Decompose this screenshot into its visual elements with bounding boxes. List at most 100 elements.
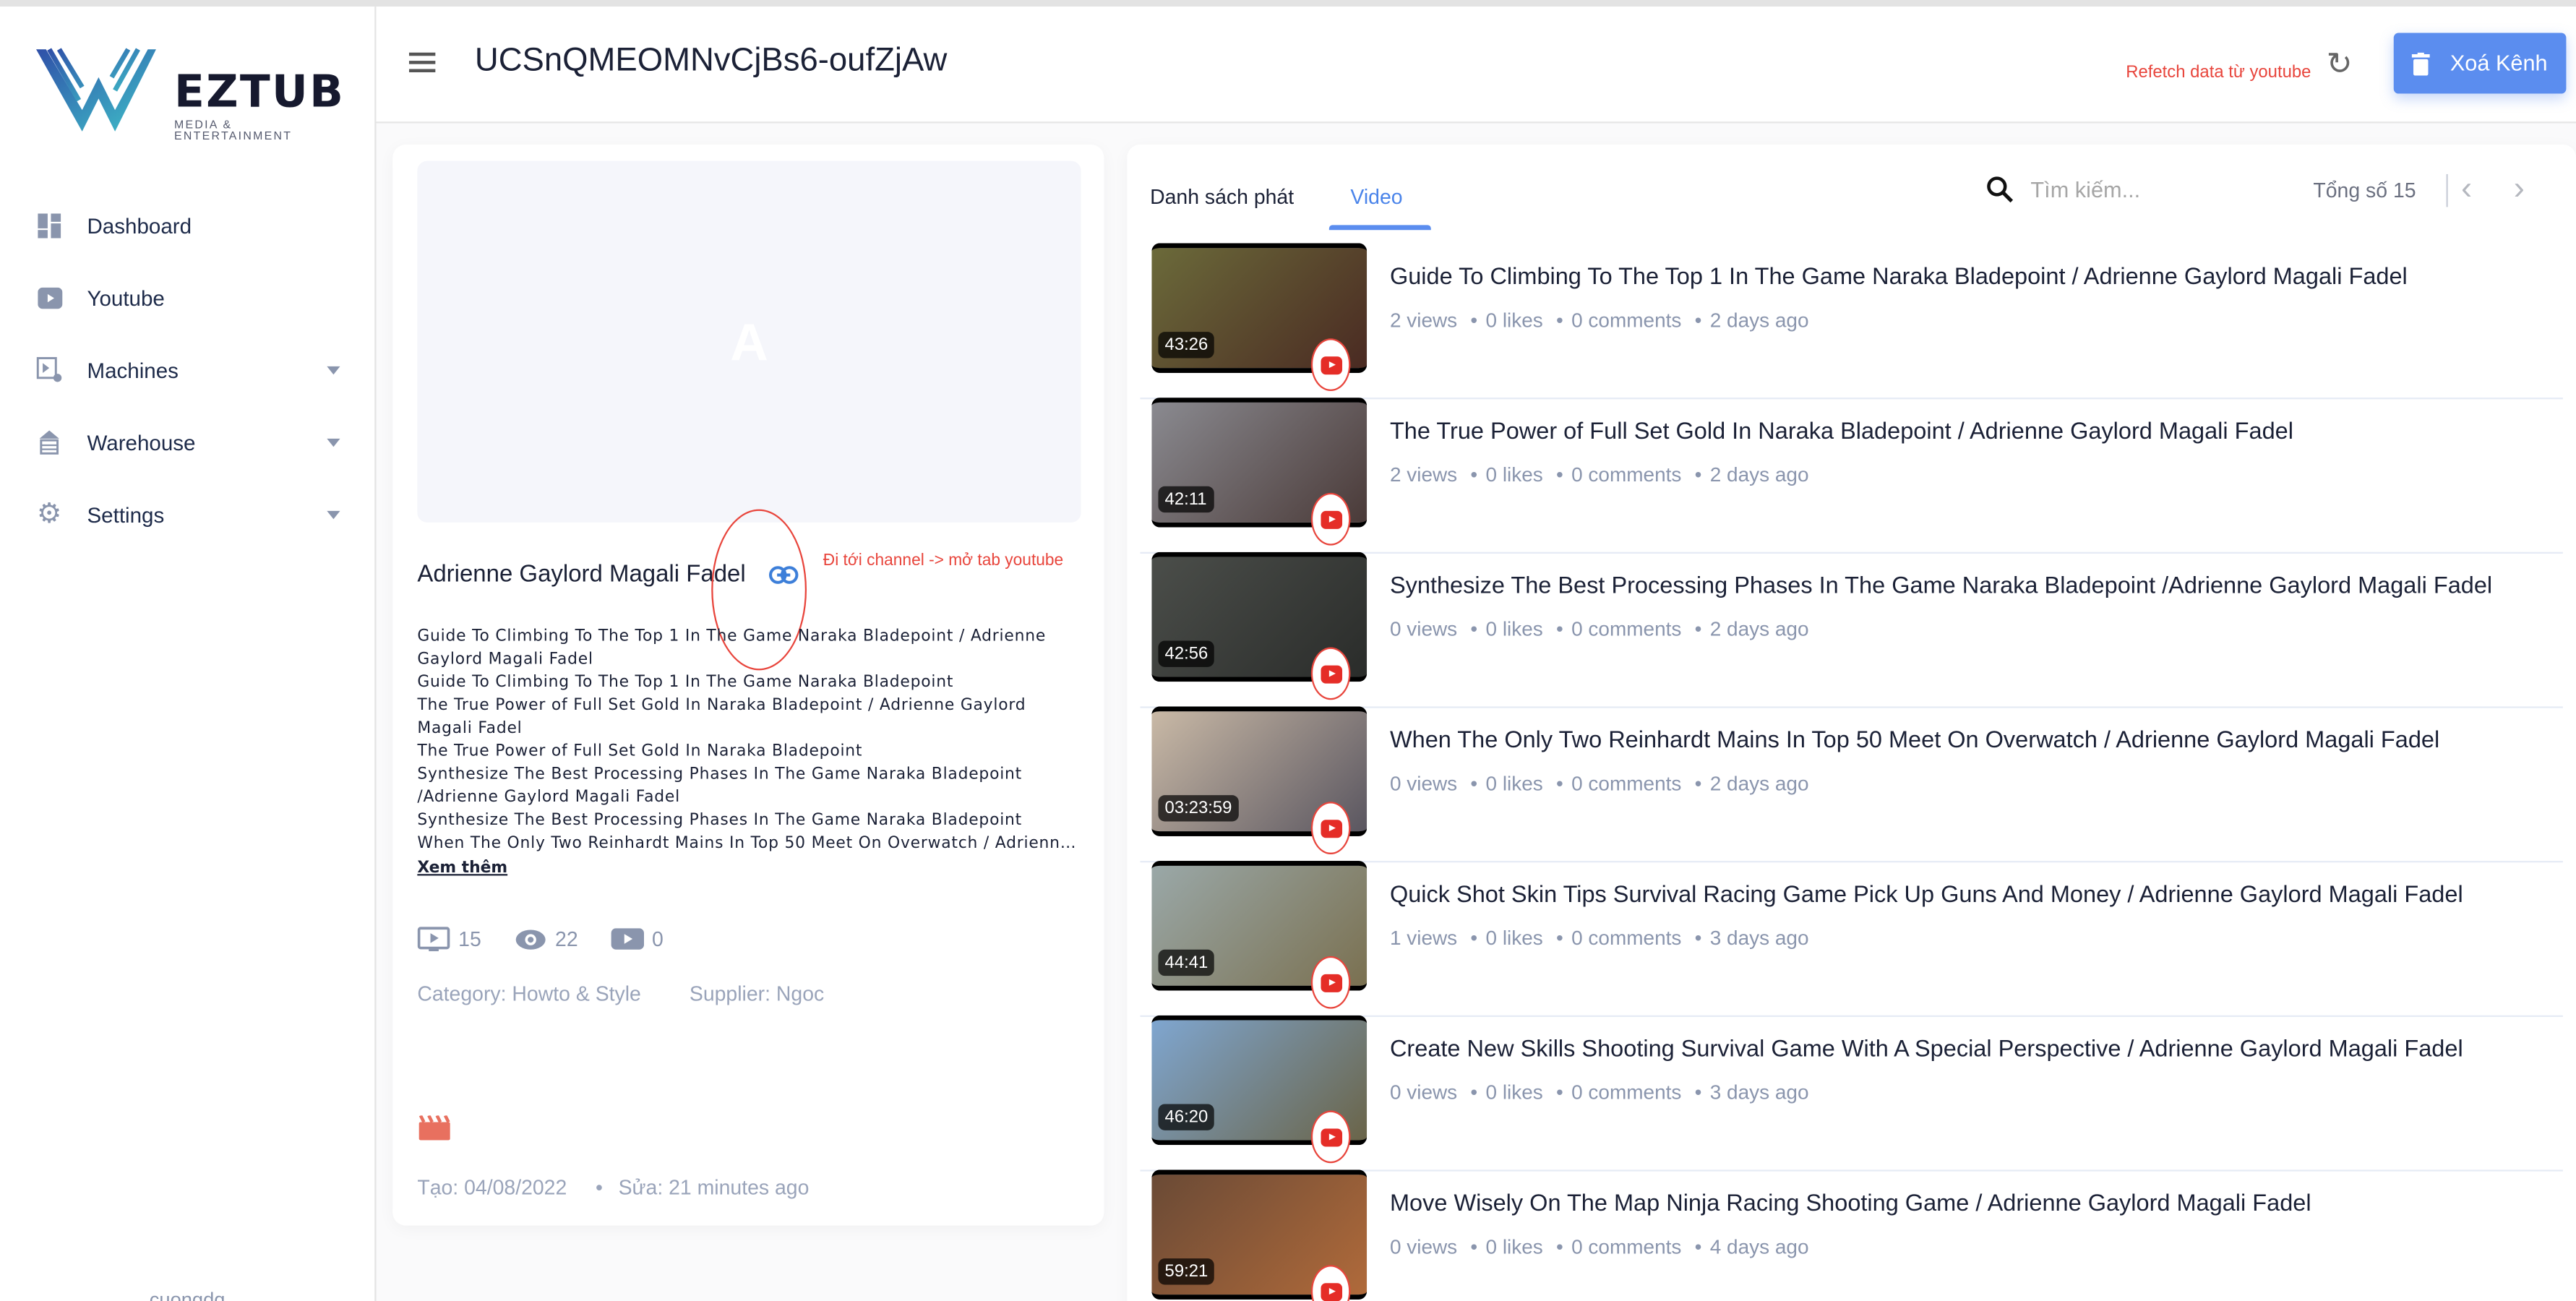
- chevron-right-icon[interactable]: ›: [2514, 171, 2525, 208]
- description-line: The True Power of Full Set Gold In Narak…: [417, 696, 1026, 715]
- sidebar-item-youtube[interactable]: Youtube: [0, 267, 374, 327]
- video-likes: 0 likes: [1485, 463, 1543, 486]
- youtube-badge-icon[interactable]: [1310, 492, 1351, 546]
- chevron-down-icon: [327, 510, 340, 519]
- youtube-badge-icon[interactable]: [1310, 338, 1351, 391]
- video-meta: 0 views • 0 likes • 0 comments • 2 days ago: [1389, 772, 1809, 796]
- video-list-icon: [417, 927, 450, 952]
- sidebar-item-label: Youtube: [87, 285, 165, 310]
- sidebar-item-dashboard[interactable]: Dashboard: [0, 195, 374, 254]
- machines-icon: [36, 356, 62, 382]
- logo-tagline: MEDIA & ENTERTAINMENT: [173, 119, 293, 143]
- video-row[interactable]: 46:20 Create New Skills Shooting Survival…: [1140, 1015, 2563, 1172]
- video-row[interactable]: 44:41 Quick Shot Skin Tips Survival Racin…: [1140, 861, 2563, 1017]
- video-comments: 0 comments: [1571, 926, 1682, 950]
- video-title[interactable]: Guide To Climbing To The Top 1 In The Ga…: [1390, 265, 2548, 291]
- description-line: Guide To Climbing To The Top 1 In The Ga…: [417, 627, 1047, 646]
- video-age: 2 days ago: [1709, 309, 1809, 332]
- description-line: Magali Fadel: [417, 719, 523, 738]
- video-duration: 42:56: [1158, 640, 1215, 667]
- supplier: Supplier: Ngoc: [689, 982, 825, 1006]
- refresh-icon[interactable]: ↻: [2327, 46, 2353, 84]
- video-meta: 1 views • 0 likes • 0 comments • 3 days ago: [1389, 926, 1809, 950]
- video-likes: 0 likes: [1485, 309, 1543, 332]
- see-more-link[interactable]: Xem thêm: [417, 859, 507, 877]
- tab-videos[interactable]: Video: [1350, 186, 1402, 209]
- category: Category: Howto & Style: [417, 982, 641, 1006]
- video-comments: 0 comments: [1571, 463, 1682, 486]
- video-age: 2 days ago: [1709, 772, 1809, 796]
- logo[interactable]: EZTUB MEDIA & ENTERTAINMENT: [33, 41, 345, 143]
- menu-icon[interactable]: [408, 52, 436, 73]
- videos-panel: Danh sách phát Video Tổng số 15 ‹ › 43:2…: [1127, 145, 2576, 1301]
- delete-channel-button[interactable]: Xoá Kênh: [2393, 33, 2567, 94]
- link-annotation: Đi tới channel -> mở tab youtube: [823, 551, 1064, 570]
- sidebar-item-label: Warehouse: [87, 429, 196, 455]
- video-title[interactable]: When The Only Two Reinhardt Mains In Top…: [1390, 728, 2548, 754]
- created-date: Tạo: 04/08/2022: [417, 1176, 567, 1200]
- video-title[interactable]: Create New Skills Shooting Survival Game…: [1390, 1036, 2548, 1062]
- sidebar-item-settings[interactable]: ⚙ Settings: [0, 485, 374, 544]
- browser-top-bar: [0, 0, 2576, 7]
- sidebar-item-warehouse[interactable]: Warehouse: [0, 413, 374, 472]
- warehouse-icon: [36, 429, 62, 455]
- video-title[interactable]: Move Wisely On The Map Ninja Racing Shoo…: [1390, 1191, 2548, 1217]
- refetch-annotation: Refetch data từ youtube: [2126, 62, 2311, 82]
- current-user[interactable]: cuongdq: [0, 1288, 374, 1301]
- video-likes: 0 likes: [1485, 1081, 1543, 1104]
- video-views: 0 views: [1389, 772, 1458, 796]
- video-comments: 0 comments: [1571, 309, 1682, 332]
- channel-meta: Category: Howto & Style Supplier: Ngoc: [417, 982, 867, 1005]
- video-meta: 2 views • 0 likes • 0 comments • 2 days ago: [1389, 309, 1809, 332]
- description-line: Guide To Climbing To The Top 1 In The Ga…: [417, 673, 954, 692]
- youtube-badge-icon[interactable]: [1310, 647, 1351, 700]
- video-row[interactable]: 43:26 Guide To Climbing To The Top 1 In T…: [1140, 243, 2563, 400]
- description-line: Gaylord Magali Fadel: [417, 650, 593, 669]
- tab-playlists[interactable]: Danh sách phát: [1150, 186, 1294, 209]
- video-meta: 0 views • 0 likes • 0 comments • 3 days ago: [1389, 1081, 1809, 1104]
- video-age: 3 days ago: [1709, 1081, 1809, 1104]
- video-duration: 43:26: [1158, 332, 1215, 358]
- video-views: 2 views: [1389, 463, 1458, 486]
- video-row[interactable]: 03:23:59 When The Only Two Reinhardt Main…: [1140, 706, 2563, 863]
- channel-stats: 15 22 0: [417, 927, 696, 953]
- search-icon: [1987, 176, 2014, 203]
- video-count: 15: [417, 927, 481, 953]
- video-likes: 0 likes: [1485, 1235, 1543, 1259]
- video-row[interactable]: 42:56 Synthesize The Best Processing Phas…: [1140, 551, 2563, 708]
- description-line: When The Only Two Reinhardt Mains In Top…: [417, 834, 1083, 853]
- search-input[interactable]: [2027, 176, 2280, 204]
- subscriber-count-value: 0: [651, 928, 664, 952]
- view-count-value: 22: [555, 928, 578, 952]
- sidebar-item-machines[interactable]: Machines: [0, 340, 374, 400]
- video-row[interactable]: 42:11 The True Power of Full Set Gold In …: [1140, 398, 2563, 554]
- channel-name: Adrienne Gaylord Magali Fadel: [417, 562, 746, 588]
- sidebar-item-label: Settings: [87, 502, 165, 527]
- youtube-badge-icon[interactable]: [1310, 1110, 1351, 1164]
- header: UCSnQMEOMNvCjBs6-oufZjAw Refetch data từ…: [376, 7, 2576, 124]
- video-age: 3 days ago: [1709, 926, 1809, 950]
- divider: [2446, 173, 2448, 207]
- youtube-badge-icon[interactable]: [1310, 802, 1351, 854]
- video-row[interactable]: 59:21 Move Wisely On The Map Ninja Racing…: [1140, 1169, 2562, 1301]
- video-comments: 0 comments: [1571, 1081, 1682, 1104]
- youtube-badge-icon[interactable]: [1310, 956, 1351, 1009]
- clapperboard-icon: [418, 1115, 450, 1141]
- video-duration: 44:41: [1158, 949, 1215, 976]
- video-age: 2 days ago: [1709, 463, 1809, 486]
- description-line: The True Power of Full Set Gold In Narak…: [417, 742, 863, 761]
- video-title[interactable]: The True Power of Full Set Gold In Narak…: [1390, 419, 2548, 445]
- video-views: 0 views: [1389, 1235, 1458, 1259]
- video-title[interactable]: Synthesize The Best Processing Phases In…: [1390, 573, 2548, 599]
- view-count: 22: [514, 928, 578, 951]
- video-title[interactable]: Quick Shot Skin Tips Survival Racing Gam…: [1390, 883, 2548, 909]
- channel-card: A Adrienne Gaylord Magali Fadel Đi tới c…: [392, 145, 1104, 1226]
- video-age: 4 days ago: [1709, 1235, 1809, 1259]
- video-duration: 03:23:59: [1158, 795, 1239, 822]
- chevron-down-icon: [327, 365, 340, 374]
- sidebar-item-label: Machines: [87, 357, 179, 382]
- video-likes: 0 likes: [1485, 926, 1543, 950]
- video-comments: 0 comments: [1571, 772, 1682, 796]
- chevron-down-icon: [327, 437, 340, 447]
- chevron-left-icon[interactable]: ‹: [2461, 171, 2472, 208]
